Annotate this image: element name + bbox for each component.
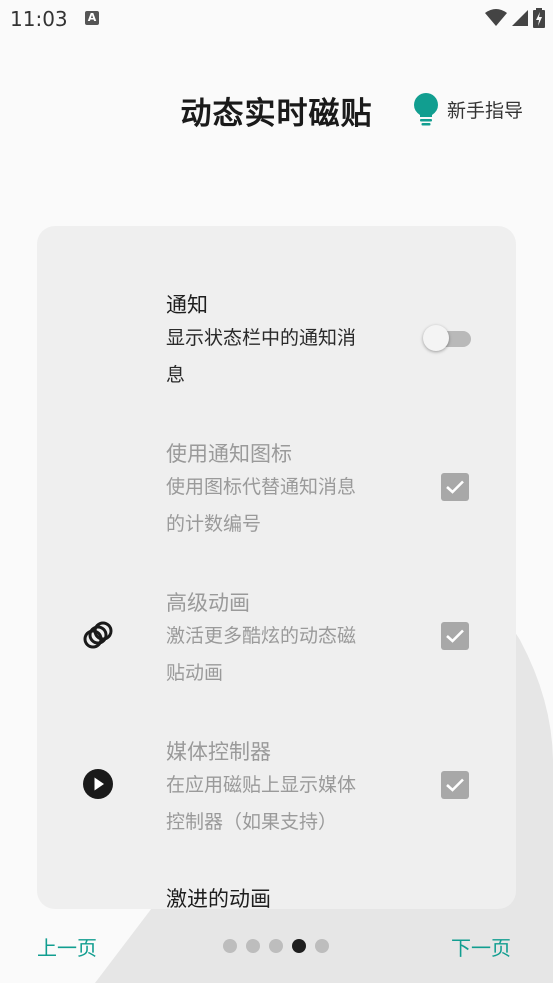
setting-text: 使用通知图标 使用图标代替通知消息 的计数编号 <box>166 439 396 543</box>
setting-desc: 贴动画 <box>166 662 224 684</box>
toggle-thumb <box>423 325 449 351</box>
settings-list[interactable]: 通知 显示状态栏中的通知消 息 使用通知图标 使用图标代替通知消息 的计数编号 <box>37 226 516 909</box>
battery-icon <box>533 8 545 28</box>
setting-advanced-animation[interactable]: 高级动画 激活更多酷炫的动态磁 贴动画 <box>37 586 516 696</box>
setting-text: 高级动画 激活更多酷炫的动态磁 贴动画 <box>166 588 396 692</box>
setting-desc: 显示状态栏中的通知消 <box>166 327 357 349</box>
setting-title: 使用通知图标 <box>166 442 292 466</box>
wifi-icon <box>485 9 507 26</box>
setting-media-controller[interactable]: 媒体控制器 在应用磁贴上显示媒体 控制器（如果支持） <box>37 735 516 845</box>
setting-desc: 控制器（如果支持） <box>166 811 338 833</box>
setting-title: 高级动画 <box>166 591 250 615</box>
check-icon <box>446 629 464 643</box>
setting-desc: 的计数编号 <box>166 513 262 535</box>
use-notification-icon-checkbox[interactable] <box>441 473 469 501</box>
check-icon <box>446 778 464 792</box>
setting-notifications[interactable]: 通知 显示状态栏中的通知消 息 <box>37 288 516 398</box>
prev-page-button[interactable]: 上一页 <box>37 932 97 961</box>
settings-card[interactable]: 通知 显示状态栏中的通知消 息 使用通知图标 使用图标代替通知消息 的计数编号 <box>37 226 516 909</box>
setting-text: 媒体控制器 在应用磁贴上显示媒体 控制器（如果支持） <box>166 737 396 841</box>
setting-text: 通知 显示状态栏中的通知消 息 <box>166 290 396 394</box>
advanced-animation-checkbox[interactable] <box>441 622 469 650</box>
guide-button[interactable]: 新手指导 <box>413 92 523 126</box>
page-dot-active <box>292 939 306 953</box>
setting-desc: 使用图标代替通知消息 <box>166 476 357 498</box>
status-time: 11:03 <box>10 7 68 31</box>
check-icon <box>446 480 464 494</box>
page-indicator <box>223 939 329 953</box>
setting-title: 通知 <box>166 293 208 317</box>
media-controller-checkbox[interactable] <box>441 771 469 799</box>
setting-desc: 在应用磁贴上显示媒体 <box>166 774 357 796</box>
rings-icon <box>82 619 114 651</box>
page-dot <box>315 939 329 953</box>
lightbulb-icon <box>414 93 438 126</box>
setting-desc: 息 <box>166 364 186 386</box>
setting-desc: 激活更多酷炫的动态磁 <box>166 625 357 647</box>
status-icons <box>485 8 545 28</box>
setting-text: 激进的动画 <box>166 884 396 909</box>
notifications-toggle[interactable] <box>423 322 475 352</box>
setting-aggressive-animation[interactable]: 激进的动画 <box>37 884 516 909</box>
setting-title: 媒体控制器 <box>166 740 271 764</box>
next-page-button[interactable]: 下一页 <box>451 932 511 961</box>
setting-use-notification-icon[interactable]: 使用通知图标 使用图标代替通知消息 的计数编号 <box>37 437 516 547</box>
page-dot <box>223 939 237 953</box>
signal-icon <box>512 10 528 26</box>
guide-label: 新手指导 <box>447 99 524 122</box>
page-dot <box>269 939 283 953</box>
play-icon <box>82 768 114 800</box>
status-bar: 11:03 A <box>0 0 553 40</box>
page-dot <box>246 939 260 953</box>
setting-title: 激进的动画 <box>166 887 271 909</box>
notification-a-icon: A <box>85 11 99 25</box>
